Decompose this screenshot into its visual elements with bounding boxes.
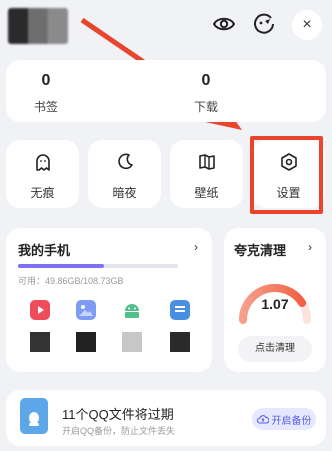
document-app-icon[interactable] [170, 300, 190, 320]
book-icon [198, 154, 215, 170]
chevron-right-icon: › [308, 240, 312, 254]
storage-bar [18, 264, 178, 268]
clean-button[interactable]: 点击清理 [238, 336, 312, 362]
recent-file-thumbnail[interactable] [76, 332, 96, 352]
my-phone-card[interactable]: 我的手机 › 可用：49.86GB/108.73GB [6, 228, 212, 372]
video-app-icon[interactable] [30, 300, 50, 320]
user-menu-page: × 0 书签 0 下载 无痕 暗夜 壁纸 设置 我的手机 › 可用：49.86G… [0, 0, 332, 451]
quark-clean-card[interactable]: 夸克清理 › 1.07 点击清理 [224, 228, 326, 372]
downloads-count: 0 [201, 72, 211, 89]
wallpaper-label: 壁纸 [194, 186, 219, 200]
android-app-icon[interactable] [122, 300, 142, 320]
recent-file-thumbnail[interactable] [30, 332, 50, 352]
downloads-label: 下载 [193, 100, 218, 114]
gauge-value: 1.07 [261, 296, 289, 312]
bookmarks-count: 0 [41, 72, 51, 89]
recent-file-thumbnail[interactable] [122, 332, 142, 352]
banner-subtitle: 开启QQ备份，防止文件丢失 [62, 426, 176, 436]
cloud-upload-icon [256, 415, 269, 424]
enable-backup-label: 开启备份 [271, 415, 312, 427]
gallery-app-icon[interactable] [76, 300, 96, 320]
storage-bar-fill [18, 264, 105, 268]
night-mode-tile[interactable]: 暗夜 [88, 140, 161, 208]
banner-title: 11个QQ文件将过期 [62, 407, 174, 422]
quark-clean-title: 夸克清理 [234, 243, 287, 258]
night-mode-label: 暗夜 [112, 186, 137, 200]
chevron-right-icon: › [194, 240, 198, 254]
moon-icon [117, 153, 133, 170]
bookmarks-label: 书签 [33, 100, 58, 114]
incognito-label: 无痕 [30, 186, 55, 200]
file-icon [20, 398, 48, 434]
enable-backup-button[interactable]: 开启备份 [252, 408, 316, 430]
storage-text: 可用：49.86GB/108.73GB [18, 276, 124, 286]
wallpaper-tile[interactable]: 壁纸 [170, 140, 243, 208]
my-phone-title: 我的手机 [18, 243, 71, 258]
ghost-icon [35, 154, 50, 171]
incognito-tile[interactable]: 无痕 [6, 140, 79, 208]
stats-card: 0 书签 0 下载 [6, 60, 326, 122]
qq-backup-banner[interactable]: 11个QQ文件将过期 开启QQ备份，防止文件丢失 开启备份 [6, 390, 326, 446]
settings-tile[interactable]: 设置 [252, 140, 325, 208]
bookmarks-stat[interactable]: 0 书签 [6, 72, 86, 115]
hexagon-settings-icon [280, 153, 297, 171]
settings-label: 设置 [276, 186, 301, 200]
downloads-stat[interactable]: 0 下载 [166, 72, 246, 115]
recent-file-thumbnail[interactable] [170, 332, 190, 352]
